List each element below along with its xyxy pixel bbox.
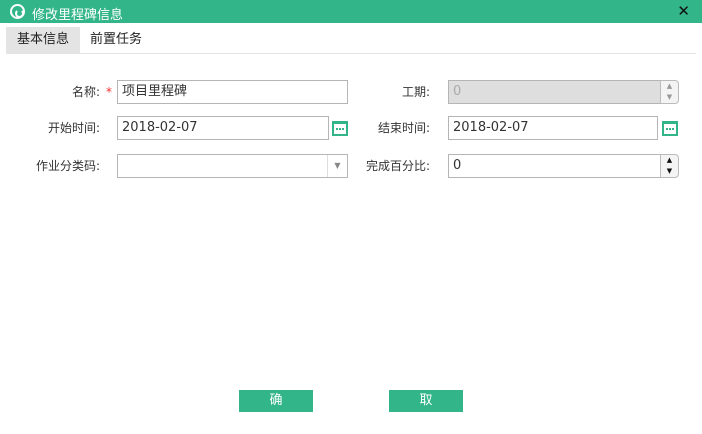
title-bar: 修改里程碑信息 ✕ bbox=[0, 0, 702, 23]
tab-bar: 基本信息 前置任务 bbox=[6, 27, 696, 54]
calendar-icon[interactable] bbox=[662, 121, 678, 136]
percent-input[interactable]: 0 bbox=[448, 154, 661, 178]
end-date-input[interactable]: 2018-02-07 bbox=[448, 116, 658, 140]
name-label: 名称: bbox=[71, 85, 100, 99]
percent-spinner[interactable]: ▲ ▼ bbox=[660, 154, 679, 178]
cancel-button[interactable]: 取消 bbox=[389, 390, 463, 430]
duration-input: 0 bbox=[448, 80, 661, 104]
spin-up-icon[interactable]: ▲ bbox=[661, 155, 678, 166]
tab-basic-info[interactable]: 基本信息 bbox=[6, 27, 81, 53]
tab-predecessors[interactable]: 前置任务 bbox=[79, 27, 153, 53]
required-marker: * bbox=[106, 85, 112, 99]
category-label: 作业分类码: bbox=[35, 159, 100, 173]
dialog-title: 修改里程碑信息 bbox=[32, 8, 124, 23]
category-select[interactable]: ▼ bbox=[117, 154, 348, 178]
duration-spinner: ▲ ▼ bbox=[660, 80, 679, 104]
spin-down-icon: ▼ bbox=[666, 93, 673, 101]
duration-label: 工期: bbox=[401, 85, 430, 99]
start-date-label: 开始时间: bbox=[47, 121, 100, 135]
ok-button[interactable]: 确定 bbox=[239, 390, 313, 430]
start-date-input[interactable]: 2018-02-07 bbox=[117, 116, 329, 140]
close-icon[interactable]: ✕ bbox=[677, 2, 690, 20]
name-input[interactable]: 项目里程碑 bbox=[117, 80, 348, 104]
percent-label: 完成百分比: bbox=[365, 159, 430, 173]
app-logo-icon bbox=[10, 4, 25, 19]
end-date-label: 结束时间: bbox=[377, 121, 430, 135]
spin-up-icon: ▲ bbox=[666, 82, 673, 90]
spin-down-icon[interactable]: ▼ bbox=[661, 166, 678, 177]
